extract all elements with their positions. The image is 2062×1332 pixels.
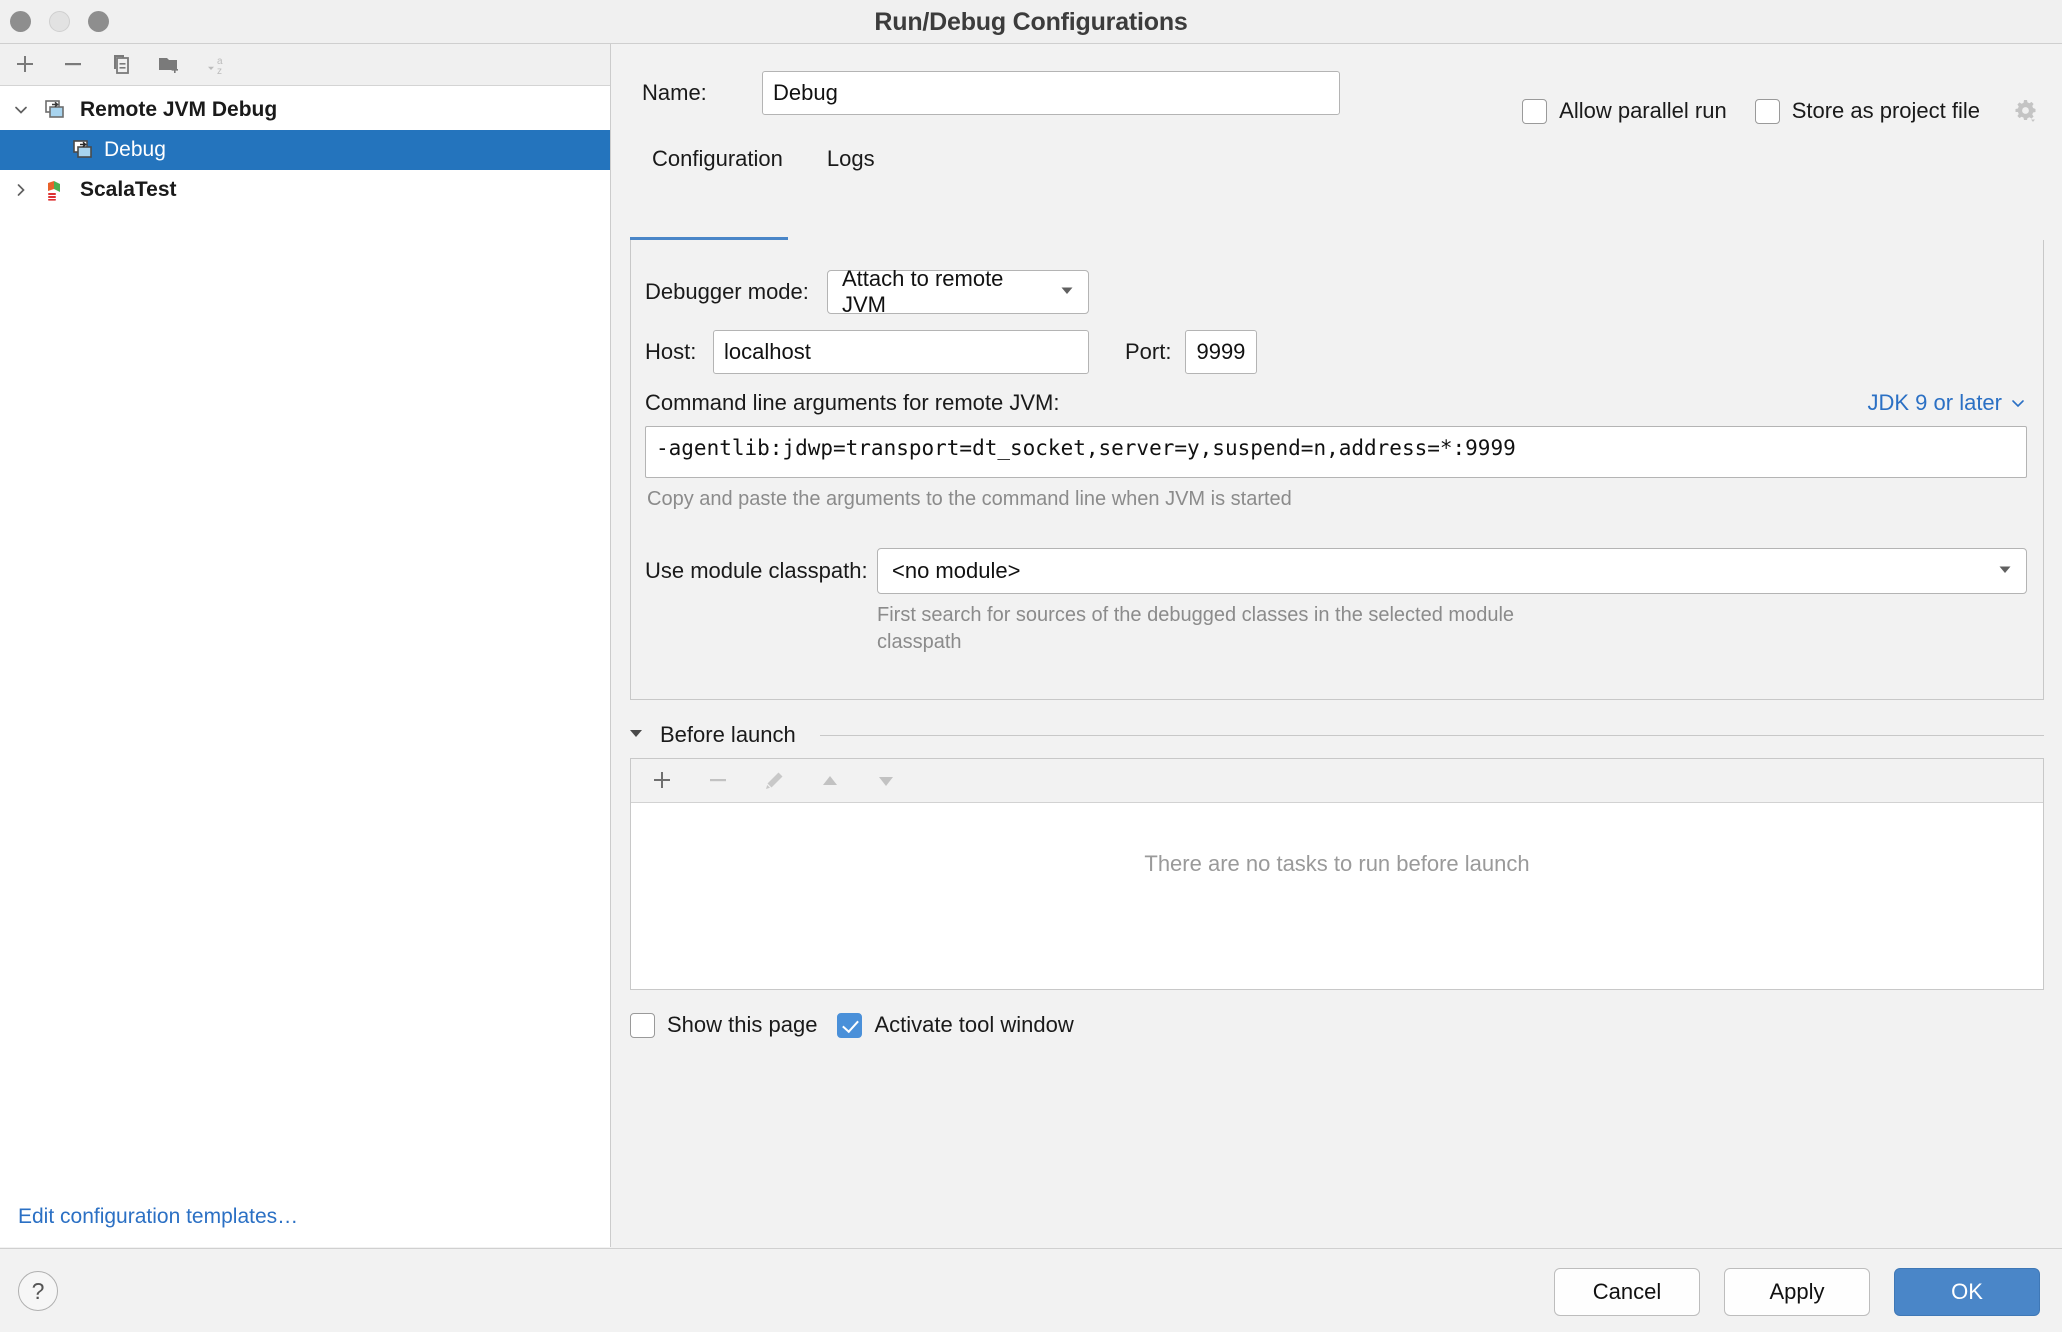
tab-bar: Configuration Logs <box>612 136 2062 182</box>
edit-task-button <box>757 765 791 797</box>
sidebar-toolbar: a z <box>0 44 610 86</box>
checkbox-box[interactable] <box>837 1012 863 1038</box>
allow-parallel-run-label: Allow parallel run <box>1559 98 1727 123</box>
svg-text:z: z <box>217 66 222 77</box>
remote-debug-icon <box>66 138 100 162</box>
run-debug-configurations-dialog: Run/Debug Configurations a z Remote JVM … <box>0 0 2062 1332</box>
show-this-page-label: Show this page <box>667 1012 818 1037</box>
host-port-row: Host: Port: <box>645 330 1258 374</box>
command-line-hint: Copy and paste the arguments to the comm… <box>647 488 1292 510</box>
checkbox-box[interactable] <box>630 1012 655 1038</box>
before-launch-header[interactable]: Before launch <box>626 722 2044 748</box>
port-label: Port: <box>1125 339 1172 364</box>
tree-item-label: ScalaTest <box>80 178 177 201</box>
command-line-label: Command line arguments for remote JVM: <box>645 390 1060 415</box>
tree-item-scalatest[interactable]: ScalaTest <box>0 170 610 210</box>
chevron-down-icon <box>1058 279 1076 305</box>
jdk-version-label: JDK 9 or later <box>1867 390 2003 415</box>
command-line-arguments-field[interactable]: -agentlib:jdwp=transport=dt_socket,serve… <box>645 426 2027 478</box>
module-classpath-select[interactable]: <no module> <box>877 548 2027 594</box>
scala-icon <box>38 178 72 202</box>
port-input[interactable] <box>1185 330 1258 374</box>
copy-configuration-button[interactable] <box>104 49 138 81</box>
command-line-label-row: Command line arguments for remote JVM: J… <box>645 390 2027 416</box>
configuration-detail-panel: Name: Allow parallel run Store as projec… <box>612 44 2062 1247</box>
header-divider <box>819 734 2044 736</box>
add-configuration-button[interactable] <box>8 49 42 81</box>
tree-item-label: Remote JVM Debug <box>80 98 278 121</box>
store-as-project-file-label: Store as project file <box>1791 98 1980 123</box>
sort-configurations-button[interactable]: a z <box>200 49 234 81</box>
dialog-title: Run/Debug Configurations <box>874 8 1188 36</box>
before-launch-empty-message: There are no tasks to run before launch <box>1144 851 1530 876</box>
move-task-up-button <box>813 765 847 797</box>
name-input[interactable] <box>762 71 1340 115</box>
configuration-tab-panel: Debugger mode: Attach to remote JVM Host… <box>630 240 2044 700</box>
debugger-mode-select[interactable]: Attach to remote JVM <box>827 266 1089 317</box>
checkbox-box[interactable] <box>1754 98 1780 124</box>
tree-item-debug[interactable]: Debug <box>0 130 610 170</box>
host-input[interactable] <box>713 330 1089 374</box>
cancel-button[interactable]: Cancel <box>1554 1268 1700 1316</box>
top-checkbox-group: Allow parallel run Store as project file <box>1522 96 2040 126</box>
jdk-version-selector[interactable]: JDK 9 or later <box>1868 390 2028 416</box>
bottom-checkbox-group: Show this page Activate tool window <box>630 1012 1074 1038</box>
debugger-mode-row: Debugger mode: Attach to remote JVM <box>645 266 1089 317</box>
remove-task-button <box>701 765 735 797</box>
apply-button[interactable]: Apply <box>1724 1268 1870 1316</box>
before-launch-title: Before launch <box>660 722 796 747</box>
remote-debug-icon <box>38 98 72 122</box>
collapse-triangle-icon[interactable] <box>626 723 646 748</box>
module-classpath-label: Use module classpath: <box>645 558 868 583</box>
activate-tool-window-label: Activate tool window <box>874 1012 1074 1037</box>
chevron-right-icon[interactable] <box>4 173 38 207</box>
chevron-down-icon <box>2012 400 2024 408</box>
activate-tool-window-checkbox[interactable]: Activate tool window <box>837 1012 1074 1038</box>
remove-configuration-button[interactable] <box>56 49 90 81</box>
chevron-down-icon <box>1996 558 2014 584</box>
before-launch-task-list[interactable]: There are no tasks to run before launch <box>631 803 2043 989</box>
tree-item-remote-jvm-debug[interactable]: Remote JVM Debug <box>0 90 610 130</box>
debugger-mode-value: Attach to remote JVM <box>842 266 1004 317</box>
edit-configuration-templates-link[interactable]: Edit configuration templates… <box>0 1187 611 1247</box>
before-launch-panel: There are no tasks to run before launch <box>630 758 2044 990</box>
tab-logs[interactable]: Logs <box>805 146 897 182</box>
tab-configuration[interactable]: Configuration <box>630 146 805 182</box>
configurations-tree: Remote JVM Debug Debug ScalaTest <box>0 86 610 210</box>
title-bar: Run/Debug Configurations <box>0 0 2062 44</box>
ok-button[interactable]: OK <box>1894 1268 2040 1316</box>
add-task-button[interactable] <box>645 765 679 797</box>
name-label: Name: <box>642 80 707 105</box>
chevron-down-icon[interactable] <box>4 93 38 127</box>
checkbox-box[interactable] <box>1522 98 1548 124</box>
help-button[interactable]: ? <box>18 1271 58 1311</box>
store-as-project-file-checkbox[interactable]: Store as project file <box>1754 98 1980 124</box>
allow-parallel-run-checkbox[interactable]: Allow parallel run <box>1522 98 1727 124</box>
gear-icon[interactable] <box>2010 96 2040 126</box>
dialog-footer: ? Cancel Apply OK <box>0 1248 2062 1332</box>
module-classpath-row: Use module classpath: <no module> <box>645 548 2027 594</box>
tree-item-label: Debug <box>104 138 166 161</box>
module-classpath-value: <no module> <box>892 558 1021 583</box>
debugger-mode-label: Debugger mode: <box>645 279 809 304</box>
footer-button-group: Cancel Apply OK <box>1554 1268 2040 1316</box>
configurations-sidebar: a z Remote JVM Debug Debug ScalaTest Edi… <box>0 44 611 1247</box>
module-classpath-hint: First search for sources of the debugged… <box>877 604 1515 653</box>
host-label: Host: <box>645 339 697 364</box>
new-folder-button[interactable] <box>152 49 186 81</box>
move-task-down-button <box>869 765 903 797</box>
before-launch-toolbar <box>631 759 2043 803</box>
show-this-page-checkbox[interactable]: Show this page <box>630 1012 817 1038</box>
